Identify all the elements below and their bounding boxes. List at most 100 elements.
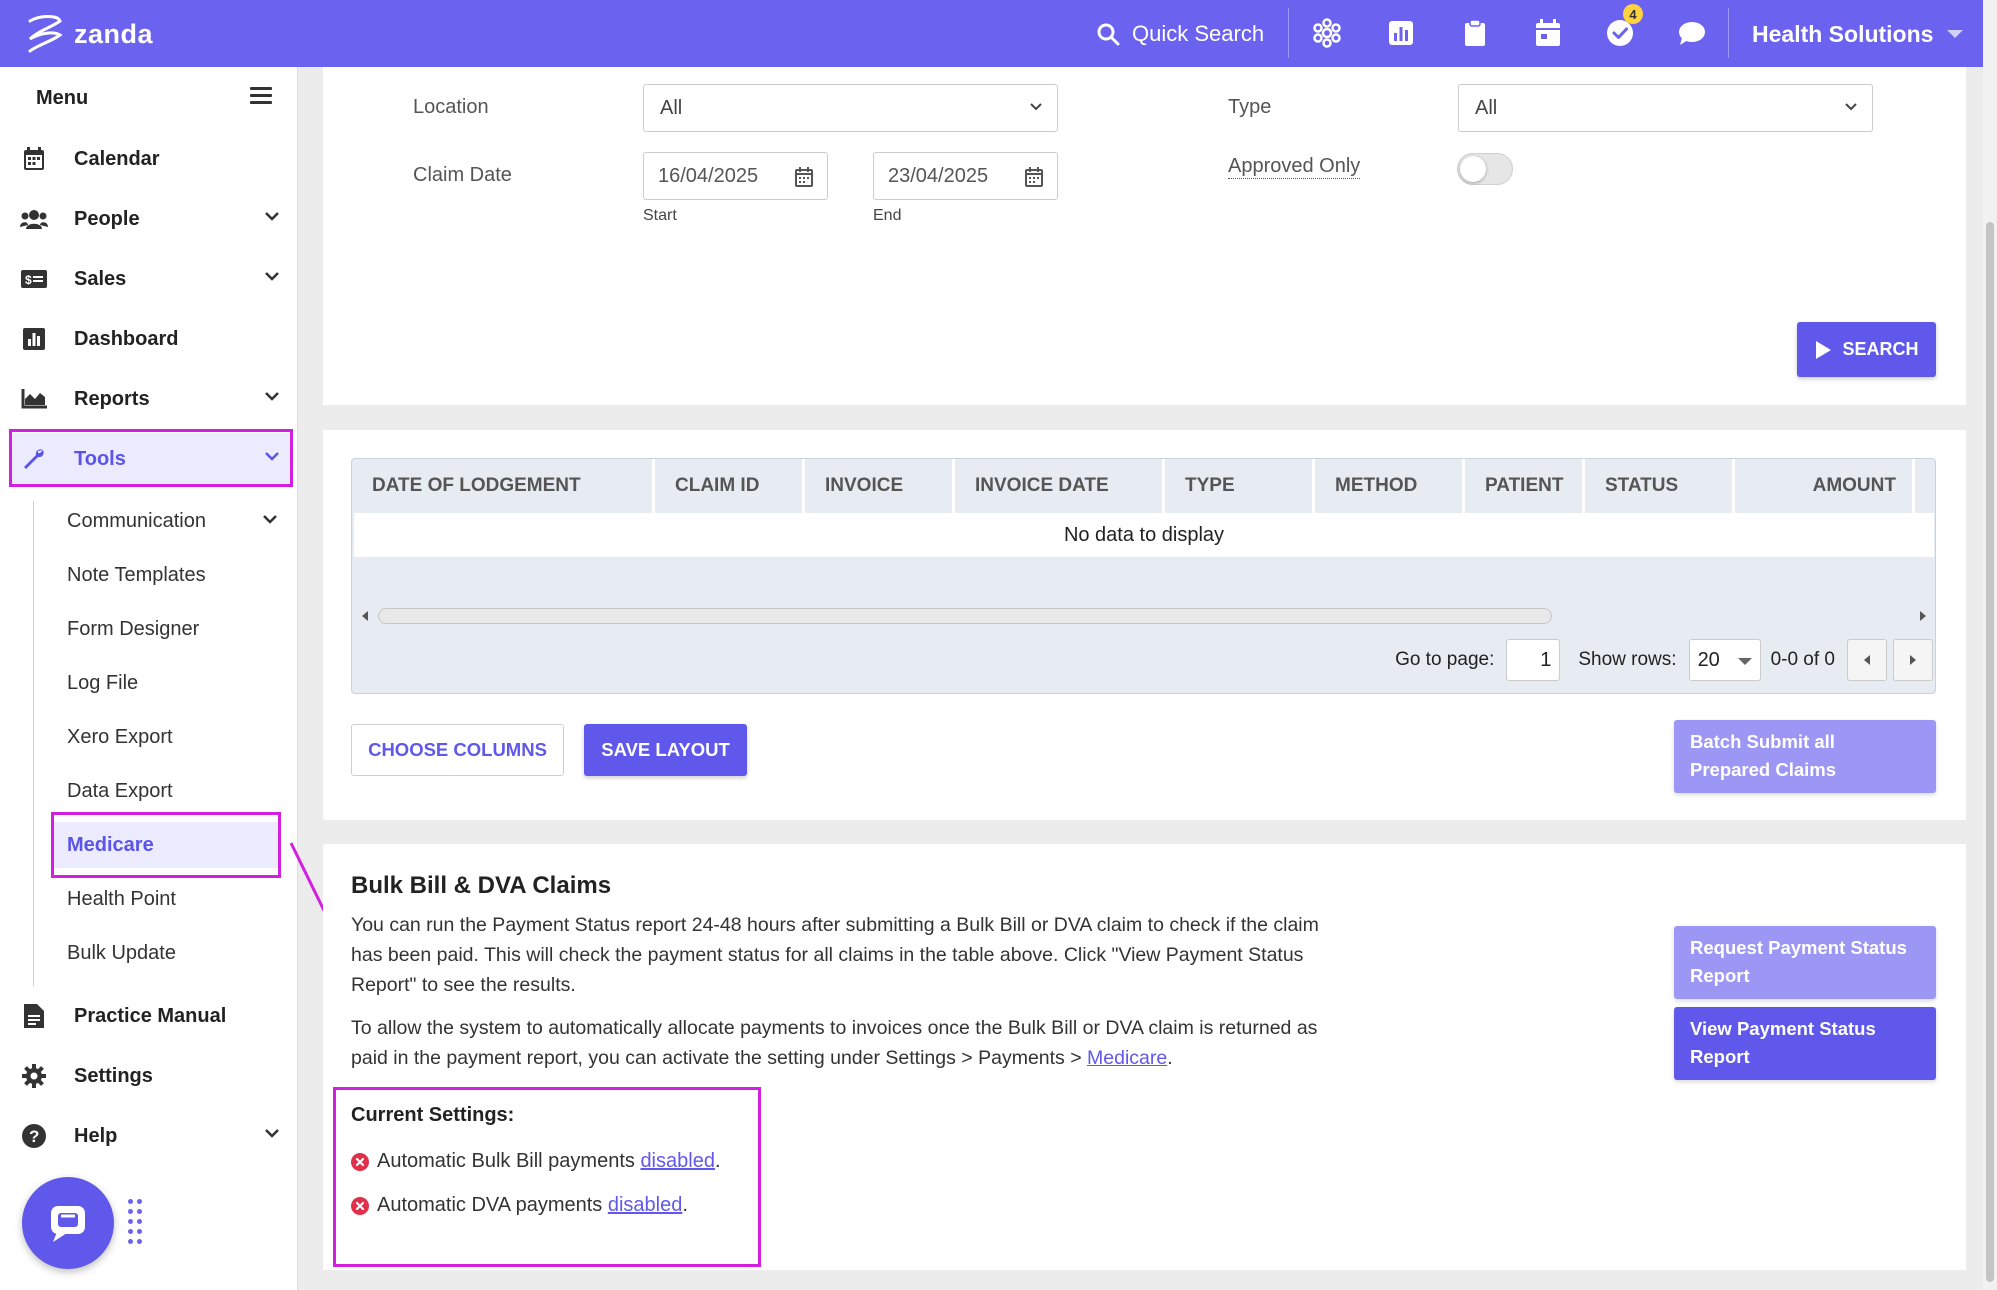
type-select[interactable]: All	[1458, 84, 1873, 132]
column-header[interactable]: CLAIM ID	[655, 459, 805, 513]
sidebar-item-reports[interactable]: Reports	[12, 373, 290, 425]
column-header[interactable]: TYPE	[1165, 459, 1315, 513]
sidebar-item-dashboard[interactable]: Dashboard	[12, 313, 290, 365]
highlight-medicare	[51, 812, 281, 878]
sidebar-sub-bulk-update[interactable]: Bulk Update	[53, 930, 278, 976]
chart-icon[interactable]	[1384, 16, 1418, 50]
approved-only-label: Approved Only	[1228, 155, 1360, 179]
area-chart-icon	[20, 385, 48, 413]
chart-icon	[20, 325, 48, 353]
scrollbar-top	[1983, 0, 1997, 67]
bulk-bill-paragraph-1: You can run the Payment Status report 24…	[351, 910, 1401, 1000]
rows-value: 20	[1698, 649, 1720, 672]
scroll-right-icon[interactable]	[1918, 610, 1928, 622]
sidebar-sub-form-designer[interactable]: Form Designer	[53, 606, 278, 652]
menu-heading: Menu	[36, 87, 88, 110]
batch-submit-line2: Prepared Claims	[1690, 756, 1936, 784]
column-header[interactable]: INVOICE	[805, 459, 955, 513]
page-input[interactable]: 1	[1506, 639, 1560, 681]
next-page-button[interactable]	[1893, 639, 1933, 681]
sidebar-item-label: Practice Manual	[74, 1005, 226, 1028]
paragraph-line: has been paid. This will check the payme…	[351, 940, 1401, 970]
chat-icon[interactable]	[1675, 16, 1709, 50]
sub-item-label: Note Templates	[67, 564, 206, 587]
caret-down-icon	[1738, 658, 1752, 665]
grid-header: DATE OF LODGEMENT CLAIM ID INVOICE INVOI…	[352, 459, 1935, 513]
sidebar-item-help[interactable]: ? Help	[12, 1110, 290, 1162]
sidebar-sub-health-point[interactable]: Health Point	[53, 876, 278, 922]
chat-widget-button[interactable]	[22, 1177, 114, 1269]
grid-horizontal-scrollbar[interactable]	[354, 605, 1934, 627]
view-report-line2: Report	[1690, 1043, 1936, 1071]
chevron-down-icon	[1844, 102, 1858, 112]
view-payment-status-button[interactable]: View Payment Status Report	[1674, 1007, 1936, 1080]
scrollbar-thumb[interactable]	[378, 608, 1552, 624]
chevron-left-icon	[1862, 654, 1872, 666]
column-header[interactable]: DATE OF LODGEMENT	[352, 459, 655, 513]
sidebar-sub-data-export[interactable]: Data Export	[53, 768, 278, 814]
column-header[interactable]: METHOD	[1315, 459, 1465, 513]
paragraph-line: To allow the system to automatically all…	[351, 1013, 1401, 1043]
sub-item-label: Communication	[67, 510, 206, 533]
end-date-input[interactable]: 23/04/2025	[873, 152, 1058, 200]
clipboard-icon[interactable]	[1458, 16, 1492, 50]
sidebar-item-people[interactable]: People	[12, 193, 290, 245]
choose-columns-button[interactable]: CHOOSE COLUMNS	[351, 724, 564, 776]
grid-pager: Go to page: 1 Show rows: 20 0-0 of 0	[1395, 639, 1933, 681]
request-payment-status-button[interactable]: Request Payment Status Report	[1674, 926, 1936, 999]
column-header[interactable]: PATIENT	[1465, 459, 1585, 513]
calendar-icon[interactable]	[1531, 16, 1565, 50]
end-label: End	[873, 207, 901, 225]
sidebar-item-label: Help	[74, 1125, 117, 1148]
drag-handle-icon[interactable]	[128, 1199, 144, 1249]
sidebar-item-calendar[interactable]: Calendar	[12, 133, 290, 185]
claim-date-label: Claim Date	[413, 164, 512, 187]
sidebar-sub-note-templates[interactable]: Note Templates	[53, 552, 278, 598]
location-label: Location	[413, 96, 489, 119]
rows-per-page-select[interactable]: 20	[1689, 639, 1761, 681]
approved-only-toggle[interactable]	[1457, 153, 1513, 185]
sidebar-item-settings[interactable]: Settings	[12, 1050, 290, 1102]
save-layout-button[interactable]: SAVE LAYOUT	[584, 724, 747, 776]
quick-search[interactable]: Quick Search	[1096, 14, 1264, 54]
org-switcher[interactable]: Health Solutions	[1752, 14, 1963, 54]
medicare-settings-link[interactable]: Medicare	[1087, 1047, 1167, 1069]
svg-text:?: ?	[29, 1127, 39, 1146]
batch-submit-button[interactable]: Batch Submit all Prepared Claims	[1674, 720, 1936, 793]
sidebar-item-practice-manual[interactable]: Practice Manual	[12, 990, 290, 1042]
logo-text: zanda	[74, 19, 153, 50]
chat-bubble-icon	[45, 1200, 91, 1246]
paragraph-line: paid in the payment report, you can acti…	[351, 1043, 1401, 1073]
sub-item-label: Log File	[67, 672, 138, 695]
zanda-logo[interactable]: zanda	[22, 10, 153, 58]
sidebar-item-sales[interactable]: $ Sales	[12, 253, 290, 305]
page-scrollbar[interactable]	[1983, 67, 1997, 1290]
sidebar-sub-xero-export[interactable]: Xero Export	[53, 714, 278, 760]
hamburger-icon[interactable]	[250, 87, 272, 105]
network-icon[interactable]	[1310, 16, 1344, 50]
bulk-bill-paragraph-2: To allow the system to automatically all…	[351, 1013, 1401, 1073]
column-header[interactable]: STATUS	[1585, 459, 1735, 513]
sub-item-label: Health Point	[67, 888, 176, 911]
scroll-left-icon[interactable]	[360, 610, 370, 622]
column-header[interactable]: INVOICE DATE	[955, 459, 1165, 513]
calendar-icon	[20, 145, 48, 173]
question-icon: ?	[20, 1122, 48, 1150]
prev-page-button[interactable]	[1847, 639, 1887, 681]
sidebar-item-label: People	[74, 208, 140, 231]
calendar-icon[interactable]	[1025, 167, 1043, 187]
tasks-check-icon[interactable]: 4	[1603, 16, 1637, 50]
type-value: All	[1475, 97, 1497, 120]
money-icon: $	[20, 265, 48, 293]
calendar-icon[interactable]	[795, 167, 813, 187]
column-header[interactable]: AMOUNT	[1735, 459, 1915, 513]
sidebar-sub-log-file[interactable]: Log File	[53, 660, 278, 706]
document-icon	[20, 1002, 48, 1030]
location-select[interactable]: All	[643, 84, 1058, 132]
sidebar-sub-communication[interactable]: Communication	[53, 498, 278, 544]
gear-icon	[20, 1062, 48, 1090]
sub-item-label: Data Export	[67, 780, 173, 803]
start-date-input[interactable]: 16/04/2025	[643, 152, 828, 200]
scrollbar-thumb[interactable]	[1986, 222, 1994, 1282]
search-button[interactable]: SEARCH	[1797, 322, 1936, 377]
